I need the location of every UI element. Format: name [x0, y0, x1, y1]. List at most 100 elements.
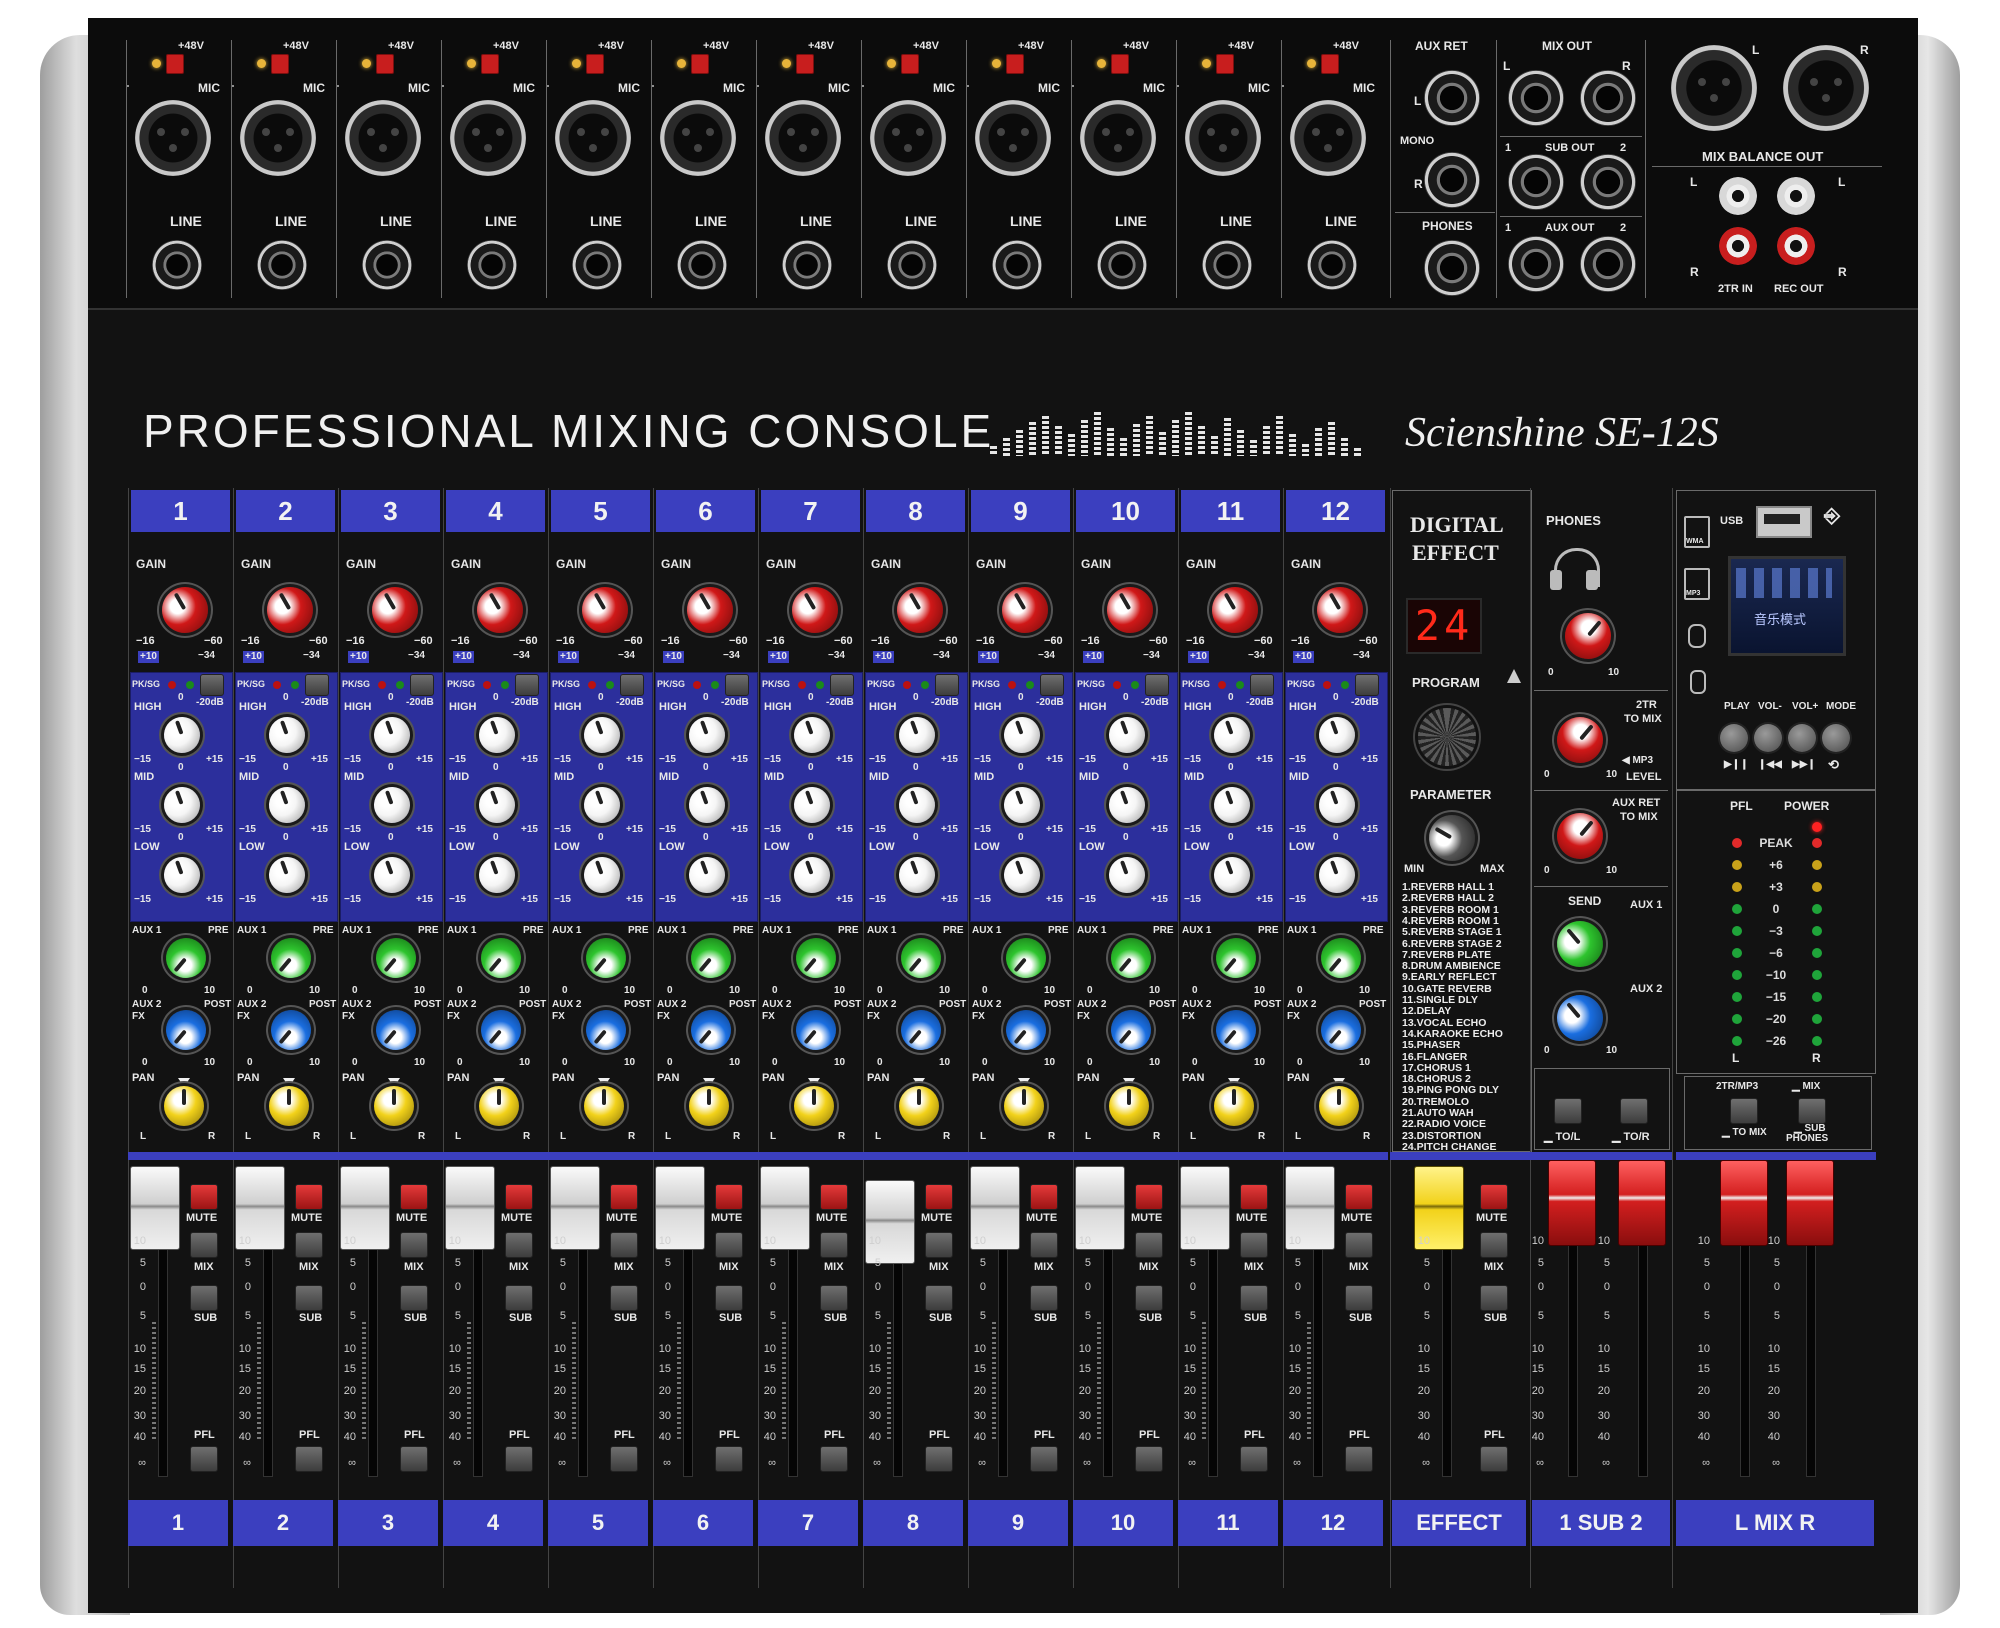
mute-button[interactable] [1240, 1184, 1268, 1210]
pad-button[interactable] [200, 674, 224, 696]
pfl-button[interactable] [295, 1446, 323, 1472]
mix-assign-button[interactable] [1030, 1232, 1058, 1258]
aux-ret-l-jack[interactable] [1424, 70, 1480, 126]
mic-xlr-input[interactable] [1080, 100, 1156, 176]
mute-button[interactable] [925, 1184, 953, 1210]
mic-xlr-input[interactable] [555, 100, 631, 176]
effect-sub-button[interactable] [1480, 1285, 1508, 1311]
pfl-button[interactable] [505, 1446, 533, 1472]
sub-assign-button[interactable] [400, 1285, 428, 1311]
sub1-fader[interactable] [1548, 1160, 1596, 1246]
pan-knob[interactable] [269, 1086, 309, 1126]
mic-xlr-input[interactable] [240, 100, 316, 176]
phantom-switch[interactable] [1321, 54, 1339, 74]
phantom-switch[interactable] [166, 54, 184, 74]
pad-button[interactable] [1145, 674, 1169, 696]
pad-button[interactable] [725, 674, 749, 696]
sub-to-r-button[interactable] [1620, 1098, 1648, 1124]
mix-out-r-jack[interactable] [1580, 70, 1636, 126]
line-jack-input[interactable] [1202, 240, 1252, 290]
sub2-fader[interactable] [1618, 1160, 1666, 1246]
mute-button[interactable] [295, 1184, 323, 1210]
sub-assign-button[interactable] [295, 1285, 323, 1311]
mix-assign-button[interactable] [820, 1232, 848, 1258]
mic-xlr-input[interactable] [345, 100, 421, 176]
rec-out-l-rca[interactable] [1777, 177, 1815, 215]
mix-assign-button[interactable] [295, 1232, 323, 1258]
sub-assign-button[interactable] [1240, 1285, 1268, 1311]
pad-button[interactable] [935, 674, 959, 696]
phantom-switch[interactable] [796, 54, 814, 74]
mix-assign-button[interactable] [1135, 1232, 1163, 1258]
pfl-button[interactable] [400, 1446, 428, 1472]
pad-button[interactable] [410, 674, 434, 696]
phantom-switch[interactable] [1006, 54, 1024, 74]
mic-xlr-input[interactable] [660, 100, 736, 176]
mix-assign-button[interactable] [1240, 1232, 1268, 1258]
phones-source-button[interactable] [1798, 1098, 1826, 1124]
mix-assign-button[interactable] [715, 1232, 743, 1258]
mode-button[interactable] [1822, 724, 1850, 752]
mic-xlr-input[interactable] [1290, 100, 1366, 176]
effect-pfl-button[interactable] [1480, 1446, 1508, 1472]
pad-button[interactable] [1355, 674, 1379, 696]
phones-jack[interactable] [1424, 240, 1480, 296]
sub-assign-button[interactable] [1345, 1285, 1373, 1311]
aux-out-1-jack[interactable] [1508, 236, 1564, 292]
line-jack-input[interactable] [782, 240, 832, 290]
pfl-button[interactable] [925, 1446, 953, 1472]
pan-knob[interactable] [164, 1086, 204, 1126]
pan-knob[interactable] [1214, 1086, 1254, 1126]
mix-assign-button[interactable] [1345, 1232, 1373, 1258]
mic-xlr-input[interactable] [1185, 100, 1261, 176]
pfl-button[interactable] [190, 1446, 218, 1472]
sub-assign-button[interactable] [1135, 1285, 1163, 1311]
mix-assign-button[interactable] [925, 1232, 953, 1258]
pan-knob[interactable] [689, 1086, 729, 1126]
pad-button[interactable] [515, 674, 539, 696]
phantom-switch[interactable] [586, 54, 604, 74]
mix-out-l-jack[interactable] [1508, 70, 1564, 126]
mix-assign-button[interactable] [190, 1232, 218, 1258]
effect-mute-button[interactable] [1480, 1184, 1508, 1210]
pfl-button[interactable] [1345, 1446, 1373, 1472]
pad-button[interactable] [1040, 674, 1064, 696]
sub-assign-button[interactable] [190, 1285, 218, 1311]
mute-button[interactable] [715, 1184, 743, 1210]
pan-knob[interactable] [1319, 1086, 1359, 1126]
mic-xlr-input[interactable] [975, 100, 1051, 176]
mix-r-fader[interactable] [1786, 1160, 1834, 1246]
play-pause-button[interactable] [1720, 724, 1748, 752]
line-jack-input[interactable] [992, 240, 1042, 290]
pfl-button[interactable] [610, 1446, 638, 1472]
mic-xlr-input[interactable] [135, 100, 211, 176]
line-jack-input[interactable] [572, 240, 622, 290]
phantom-switch[interactable] [1111, 54, 1129, 74]
pad-button[interactable] [620, 674, 644, 696]
mute-button[interactable] [1345, 1184, 1373, 1210]
mic-xlr-input[interactable] [765, 100, 841, 176]
pan-knob[interactable] [899, 1086, 939, 1126]
phantom-switch[interactable] [376, 54, 394, 74]
vol-up-button[interactable] [1788, 724, 1816, 752]
aux-ret-r-jack[interactable] [1424, 152, 1480, 208]
mix-balance-out-r[interactable] [1783, 45, 1869, 131]
pan-knob[interactable] [479, 1086, 519, 1126]
pad-button[interactable] [1250, 674, 1274, 696]
mute-button[interactable] [400, 1184, 428, 1210]
phantom-switch[interactable] [1216, 54, 1234, 74]
line-jack-input[interactable] [362, 240, 412, 290]
sub-assign-button[interactable] [1030, 1285, 1058, 1311]
vol-down-button[interactable] [1754, 724, 1782, 752]
sub-assign-button[interactable] [610, 1285, 638, 1311]
phantom-switch[interactable] [691, 54, 709, 74]
sub-to-l-button[interactable] [1554, 1098, 1582, 1124]
line-jack-input[interactable] [887, 240, 937, 290]
pfl-button[interactable] [715, 1446, 743, 1472]
aux-out-2-jack[interactable] [1580, 236, 1636, 292]
mix-assign-button[interactable] [610, 1232, 638, 1258]
sub-assign-button[interactable] [925, 1285, 953, 1311]
mix-assign-button[interactable] [400, 1232, 428, 1258]
pan-knob[interactable] [1004, 1086, 1044, 1126]
mute-button[interactable] [505, 1184, 533, 1210]
